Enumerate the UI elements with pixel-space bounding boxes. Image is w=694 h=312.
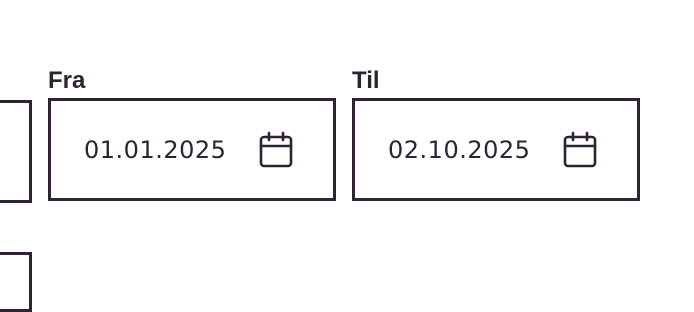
calendar-icon[interactable] [258, 131, 294, 169]
date-from-label: Fra [48, 67, 86, 94]
calendar-icon[interactable] [562, 131, 598, 169]
date-from-field: Fra 01.01.2025 [48, 66, 336, 201]
partial-input-field-lower[interactable] [0, 252, 32, 312]
date-to-value[interactable]: 02.10.2025 [388, 136, 562, 164]
date-to-label: Til [352, 67, 380, 94]
partial-input-field[interactable] [0, 100, 32, 203]
date-to-field: Til 02.10.2025 [352, 66, 640, 201]
date-from-input[interactable]: 01.01.2025 [48, 98, 336, 201]
date-from-value[interactable]: 01.01.2025 [84, 136, 258, 164]
date-to-input[interactable]: 02.10.2025 [352, 98, 640, 201]
